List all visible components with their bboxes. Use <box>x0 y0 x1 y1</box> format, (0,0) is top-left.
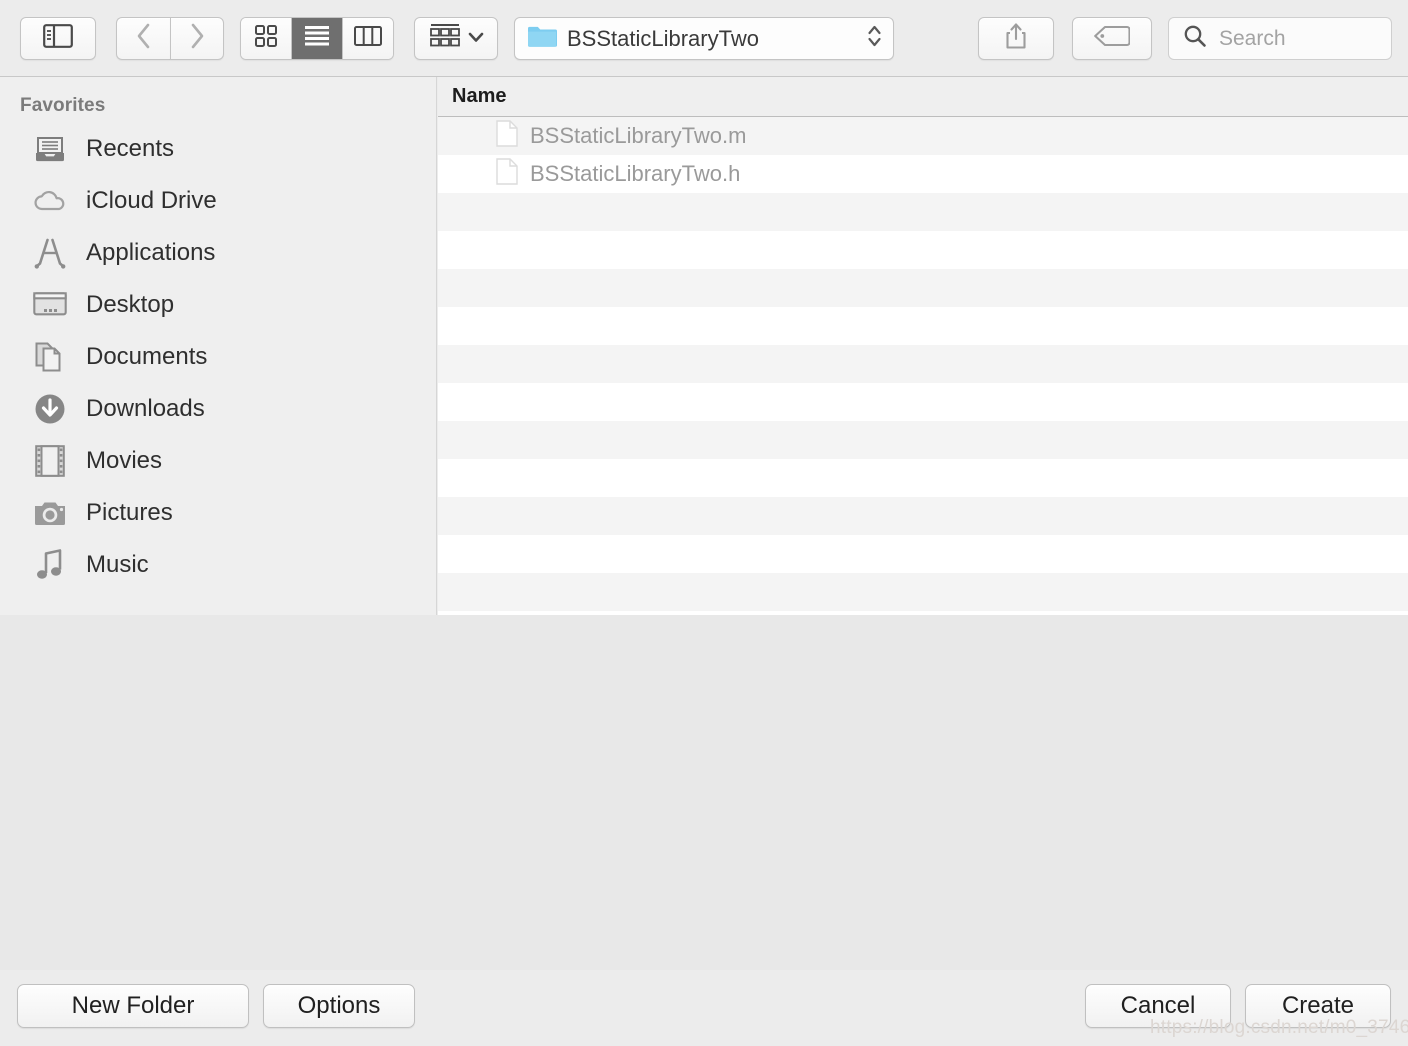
chevron-left-icon <box>136 23 152 54</box>
blue-folder-icon <box>527 24 557 53</box>
sidebar-item-label: Recents <box>86 135 175 162</box>
share-button[interactable] <box>978 17 1054 60</box>
file-row[interactable]: BSStaticLibraryTwo.m <box>438 117 1408 155</box>
arrange-by-button[interactable] <box>414 17 498 60</box>
sidebar: Favorites Recents iCloud Drive Applicati… <box>0 77 437 615</box>
search-placeholder: Search <box>1219 26 1286 50</box>
sidebar-item-pictures[interactable]: Pictures <box>0 487 436 539</box>
columns-icon <box>354 26 382 51</box>
search-input[interactable]: Search <box>1168 17 1392 60</box>
file-row-empty <box>438 573 1408 611</box>
sidebar-item-recents[interactable]: Recents <box>0 123 436 175</box>
file-row-empty <box>438 421 1408 459</box>
file-row-empty <box>438 459 1408 497</box>
file-row-empty <box>438 345 1408 383</box>
save-dialog-window: BSStaticLibraryTwo Search Favorites Rece… <box>0 0 1408 1046</box>
search-icon <box>1183 24 1207 53</box>
sidebar-item-label: Music <box>86 551 149 578</box>
tag-button[interactable] <box>1072 17 1152 60</box>
desktop-icon <box>32 287 68 323</box>
movies-icon <box>32 443 68 479</box>
documents-icon <box>32 339 68 375</box>
toolbar: BSStaticLibraryTwo Search <box>0 0 1408 77</box>
sidebar-section-header: Favorites <box>20 95 106 116</box>
file-name: BSStaticLibraryTwo.m <box>530 123 747 148</box>
icloud-icon <box>32 183 68 219</box>
share-icon <box>1004 22 1028 55</box>
file-row-empty <box>438 193 1408 231</box>
sidebar-toggle-button[interactable] <box>20 17 96 60</box>
file-row-empty <box>438 383 1408 421</box>
sidebar-item-label: iCloud Drive <box>86 187 217 214</box>
arrange-by-icon <box>429 23 461 54</box>
sidebar-item-music[interactable]: Music <box>0 539 436 591</box>
sidebar-item-applications[interactable]: Applications <box>0 227 436 279</box>
recents-icon <box>32 131 68 167</box>
sidebar-toggle-icon <box>43 24 73 53</box>
file-row-empty <box>438 535 1408 573</box>
sidebar-item-desktop[interactable]: Desktop <box>0 279 436 331</box>
file-row-empty <box>438 269 1408 307</box>
file-row-empty <box>438 497 1408 535</box>
tag-icon <box>1094 25 1131 52</box>
sidebar-item-label: Pictures <box>86 499 173 526</box>
sidebar-item-icloud-drive[interactable]: iCloud Drive <box>0 175 436 227</box>
view-mode-list-view[interactable] <box>292 18 343 59</box>
document-icon <box>496 120 518 152</box>
file-list-rows: BSStaticLibraryTwo.m BSStaticLibraryTwo.… <box>438 117 1408 611</box>
view-mode-icon-view[interactable] <box>241 18 292 59</box>
view-mode-column-view[interactable] <box>343 18 393 59</box>
sidebar-item-label: Downloads <box>86 395 205 422</box>
path-popup-label: BSStaticLibraryTwo <box>567 25 759 51</box>
sidebar-item-label: Applications <box>86 239 216 266</box>
back-button[interactable] <box>116 17 170 60</box>
file-list-header: Name <box>438 77 1408 117</box>
up-down-chevron-icon <box>866 22 883 55</box>
grid-icon <box>255 25 277 52</box>
sidebar-item-movies[interactable]: Movies <box>0 435 436 487</box>
options-button[interactable]: Options <box>263 984 415 1028</box>
file-name: BSStaticLibraryTwo.h <box>530 161 741 186</box>
applications-icon <box>32 235 68 271</box>
forward-button[interactable] <box>170 17 224 60</box>
file-row-empty <box>438 231 1408 269</box>
accessory-panel: Group BSStaticLibraryTwo Targets <box>0 615 1408 970</box>
sidebar-item-label: Movies <box>86 447 163 474</box>
new-folder-button[interactable]: New Folder <box>17 984 249 1028</box>
pictures-icon <box>32 495 68 531</box>
watermark: https://blog.csdn.net/m0_37468171 <box>1150 1017 1408 1038</box>
file-row[interactable]: BSStaticLibraryTwo.h <box>438 155 1408 193</box>
sidebar-item-downloads[interactable]: Downloads <box>0 383 436 435</box>
view-mode-segmented-control[interactable] <box>240 17 394 60</box>
sidebar-item-documents[interactable]: Documents <box>0 331 436 383</box>
column-header-name: Name <box>452 85 507 107</box>
file-row-empty <box>438 307 1408 345</box>
music-icon <box>32 547 68 583</box>
sidebar-item-label: Desktop <box>86 291 175 318</box>
chevron-right-icon <box>189 23 205 54</box>
sidebar-item-label: Documents <box>86 343 208 370</box>
path-popup-button[interactable]: BSStaticLibraryTwo <box>514 17 894 60</box>
downloads-icon <box>32 391 68 427</box>
chevron-down-icon <box>468 30 484 48</box>
file-list: Name BSStaticLibraryTwo.m BSStaticLibrar… <box>438 77 1408 615</box>
document-icon <box>496 158 518 190</box>
list-icon <box>304 25 330 52</box>
